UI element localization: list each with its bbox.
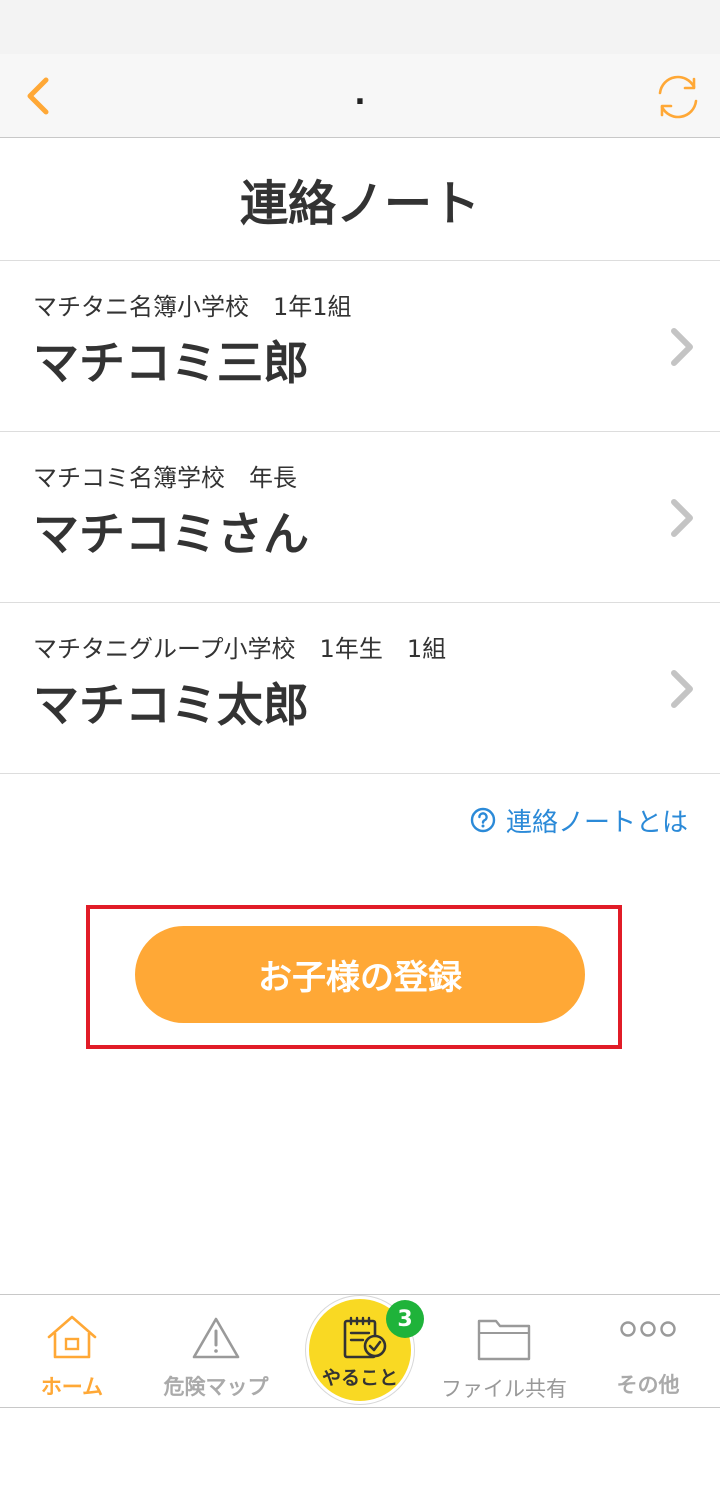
child-list-item[interactable]: マチコミ名簿学校 年長 マチコミさん bbox=[0, 432, 720, 603]
nav-title: . bbox=[354, 77, 366, 112]
todo-icon bbox=[343, 1316, 387, 1359]
child-name: マチコミ三郎 bbox=[33, 336, 309, 390]
child-school-label: マチタニグループ小学校 1年生 1組 bbox=[33, 635, 447, 663]
help-link[interactable]: 連絡ノートとは bbox=[470, 800, 688, 840]
tab-other-label: その他 bbox=[616, 1373, 680, 1397]
child-school-label: マチコミ名簿学校 年長 bbox=[33, 464, 297, 492]
chevron-right-icon bbox=[671, 328, 693, 366]
chevron-right-icon bbox=[671, 499, 693, 537]
nav-bar: . bbox=[0, 54, 720, 138]
question-circle-icon bbox=[470, 807, 496, 833]
folder-icon bbox=[477, 1319, 531, 1361]
tab-danger-map[interactable]: 危険マップ bbox=[144, 1295, 288, 1407]
back-button[interactable] bbox=[18, 72, 62, 122]
child-list-item[interactable]: マチタニ名簿小学校 1年1組 マチコミ三郎 bbox=[0, 261, 720, 432]
todo-count-badge: 3 bbox=[386, 1300, 424, 1338]
tab-other[interactable]: その他 bbox=[576, 1295, 720, 1407]
refresh-icon bbox=[658, 75, 698, 119]
warning-icon bbox=[192, 1317, 240, 1359]
refresh-button[interactable] bbox=[652, 72, 704, 122]
tab-file-share-label: ファイル共有 bbox=[441, 1377, 567, 1401]
child-list-item[interactable]: マチタニグループ小学校 1年生 1組 マチコミ太郎 bbox=[0, 603, 720, 774]
status-bar bbox=[0, 0, 720, 54]
home-icon bbox=[47, 1315, 97, 1359]
tab-home-label: ホーム bbox=[40, 1375, 104, 1399]
tab-file-share[interactable]: ファイル共有 bbox=[432, 1295, 576, 1407]
child-name: マチコミさん bbox=[33, 507, 309, 561]
page-title: 連絡ノート bbox=[0, 138, 720, 261]
more-icon bbox=[620, 1321, 676, 1337]
child-name: マチコミ太郎 bbox=[33, 678, 309, 732]
register-child-button[interactable]: お子様の登録 bbox=[135, 926, 585, 1023]
tab-home[interactable]: ホーム bbox=[0, 1295, 144, 1407]
tab-danger-map-label: 危険マップ bbox=[163, 1375, 269, 1399]
tab-todo-label: やること bbox=[321, 1367, 398, 1389]
chevron-right-icon bbox=[671, 670, 693, 708]
help-link-label: 連絡ノートとは bbox=[506, 807, 689, 838]
chevron-left-icon bbox=[27, 77, 49, 115]
child-school-label: マチタニ名簿小学校 1年1組 bbox=[33, 293, 352, 321]
